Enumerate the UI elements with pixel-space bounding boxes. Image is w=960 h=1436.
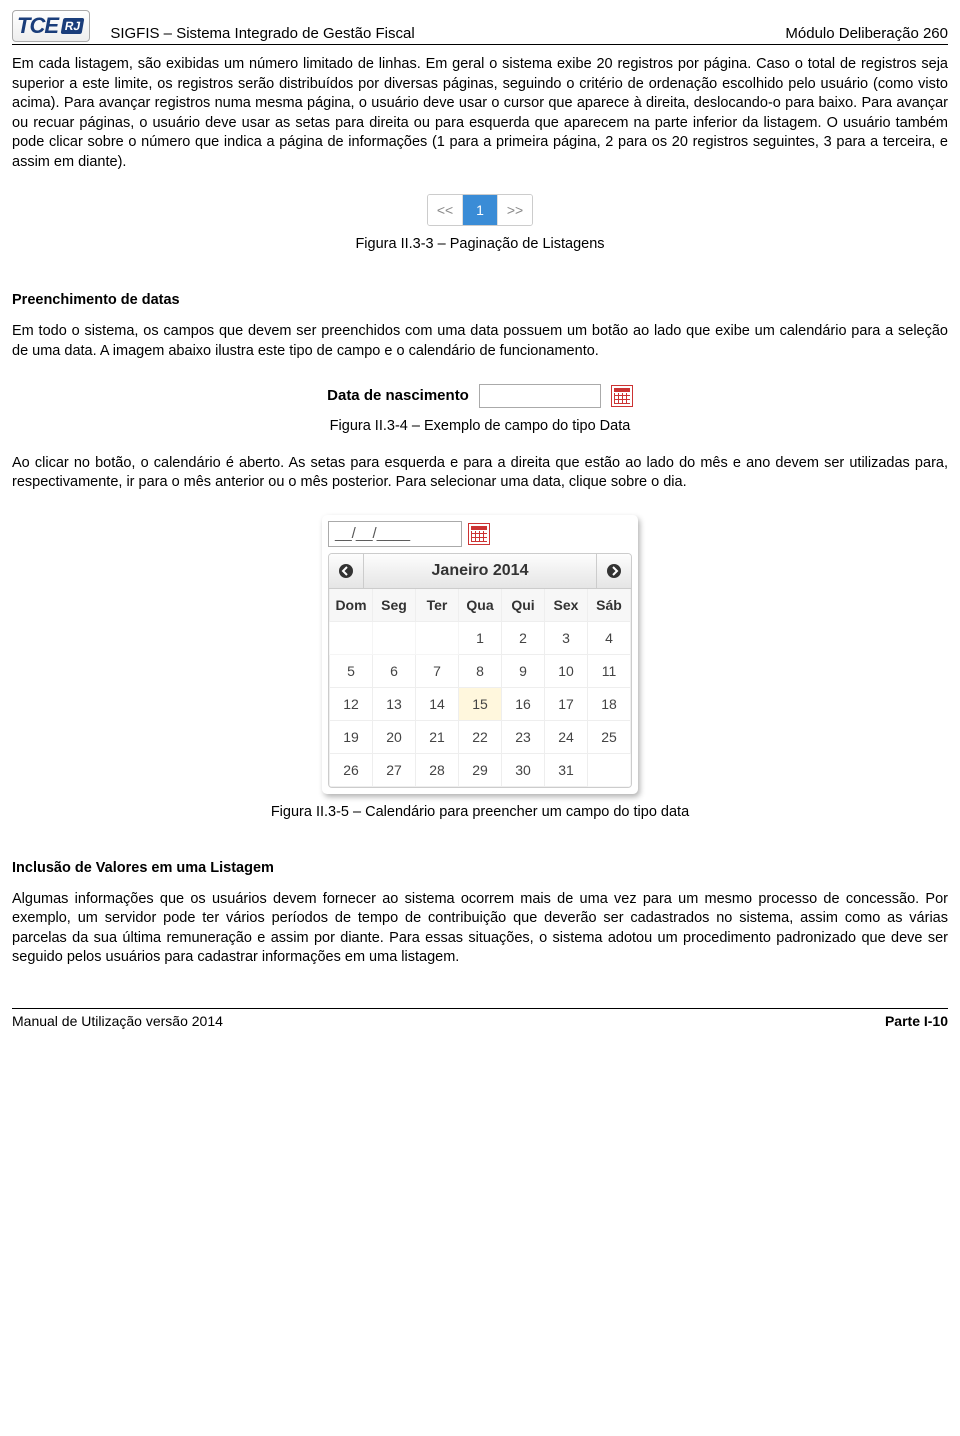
weekday: Dom	[330, 589, 373, 622]
calendar-empty	[373, 621, 416, 654]
calendar-empty	[330, 621, 373, 654]
calendar-day[interactable]: 10	[545, 654, 588, 687]
calendar-row: 262728293031	[330, 753, 631, 786]
pagination-next[interactable]: >>	[497, 195, 532, 225]
calendar-day[interactable]: 28	[416, 753, 459, 786]
calendar-day[interactable]: 22	[459, 720, 502, 753]
footer-right: Parte I-10	[885, 1013, 948, 1029]
calendar-day[interactable]: 31	[545, 753, 588, 786]
calendar-day[interactable]: 29	[459, 753, 502, 786]
calendar-day[interactable]: 18	[588, 687, 631, 720]
logo: TCE RJ	[12, 10, 90, 42]
calendar-row: 1234	[330, 621, 631, 654]
calendar-open-icon[interactable]	[468, 523, 490, 545]
calendar-day[interactable]: 27	[373, 753, 416, 786]
calendar-icon[interactable]	[611, 385, 633, 407]
page-footer: Manual de Utilização versão 2014 Parte I…	[12, 1008, 948, 1029]
weekday: Sáb	[588, 589, 631, 622]
list-values-paragraph: Algumas informações que os usuários deve…	[12, 890, 948, 968]
calendar-next-month[interactable]	[596, 554, 631, 588]
logo-text: TCE	[17, 13, 58, 39]
calendar-empty	[588, 753, 631, 786]
calendar-day[interactable]: 7	[416, 654, 459, 687]
dates-heading: Preenchimento de datas	[12, 292, 948, 308]
calendar-day[interactable]: 17	[545, 687, 588, 720]
calendar-day[interactable]: 8	[459, 654, 502, 687]
calendar-day[interactable]: 3	[545, 621, 588, 654]
weekday: Seg	[373, 589, 416, 622]
calendar-row: 567891011	[330, 654, 631, 687]
calendar-day[interactable]: 23	[502, 720, 545, 753]
calendar-day[interactable]: 25	[588, 720, 631, 753]
date-field-caption: Figura II.3-4 – Exemplo de campo do tipo…	[12, 418, 948, 434]
calendar-day[interactable]: 24	[545, 720, 588, 753]
calendar-prev-month[interactable]	[329, 554, 364, 588]
calendar-day[interactable]: 4	[588, 621, 631, 654]
logo-badge: RJ	[61, 18, 85, 34]
weekday: Sex	[545, 589, 588, 622]
calendar-widget: Janeiro 2014 Dom Seg Ter Qua Qui Sex Sáb	[328, 553, 632, 788]
calendar-day[interactable]: 16	[502, 687, 545, 720]
calendar-body: 1234567891011121314151617181920212223242…	[330, 621, 631, 786]
calendar-day[interactable]: 20	[373, 720, 416, 753]
calendar-day[interactable]: 30	[502, 753, 545, 786]
intro-paragraph: Em cada listagem, são exibidas um número…	[12, 55, 948, 172]
calendar-day[interactable]: 6	[373, 654, 416, 687]
calendar-day[interactable]: 14	[416, 687, 459, 720]
calendar-day[interactable]: 1	[459, 621, 502, 654]
pagination-caption: Figura II.3-3 – Paginação de Listagens	[12, 236, 948, 252]
calendar-input[interactable]: __/__/____	[328, 521, 462, 547]
calendar-day[interactable]: 9	[502, 654, 545, 687]
calendar-paragraph: Ao clicar no botão, o calendário é abert…	[12, 454, 948, 493]
calendar-day[interactable]: 21	[416, 720, 459, 753]
calendar-day[interactable]: 26	[330, 753, 373, 786]
pagination-figure: << 1 >>	[12, 194, 948, 226]
calendar-day[interactable]: 15	[459, 687, 502, 720]
calendar-figure: __/__/____ Janeiro 2014 Dom Seg	[12, 515, 948, 794]
date-field-figure: Data de nascimento	[12, 384, 948, 408]
page-header: TCE RJ SIGFIS – Sistema Integrado de Ges…	[12, 10, 948, 45]
weekday: Qui	[502, 589, 545, 622]
calendar-grid: Dom Seg Ter Qua Qui Sex Sáb 123456789101…	[329, 589, 631, 787]
calendar-day[interactable]: 11	[588, 654, 631, 687]
date-input[interactable]	[479, 384, 601, 408]
calendar-day[interactable]: 13	[373, 687, 416, 720]
calendar-empty	[416, 621, 459, 654]
calendar-title: Janeiro 2014	[364, 562, 596, 580]
calendar-day[interactable]: 12	[330, 687, 373, 720]
pagination-page-1[interactable]: 1	[462, 195, 497, 225]
calendar-weekday-row: Dom Seg Ter Qua Qui Sex Sáb	[330, 589, 631, 622]
system-title: SIGFIS – Sistema Integrado de Gestão Fis…	[110, 25, 414, 42]
weekday: Ter	[416, 589, 459, 622]
calendar-caption: Figura II.3-5 – Calendário para preenche…	[12, 804, 948, 820]
calendar-row: 12131415161718	[330, 687, 631, 720]
dates-paragraph: Em todo o sistema, os campos que devem s…	[12, 322, 948, 361]
calendar-day[interactable]: 5	[330, 654, 373, 687]
footer-left: Manual de Utilização versão 2014	[12, 1013, 223, 1029]
weekday: Qua	[459, 589, 502, 622]
calendar-day[interactable]: 2	[502, 621, 545, 654]
date-field-label: Data de nascimento	[327, 387, 469, 404]
module-title: Módulo Deliberação 260	[785, 25, 948, 42]
list-values-heading: Inclusão de Valores em uma Listagem	[12, 860, 948, 876]
pagination-prev[interactable]: <<	[428, 195, 462, 225]
calendar-row: 19202122232425	[330, 720, 631, 753]
calendar-day[interactable]: 19	[330, 720, 373, 753]
pagination-widget: << 1 >>	[427, 194, 533, 226]
